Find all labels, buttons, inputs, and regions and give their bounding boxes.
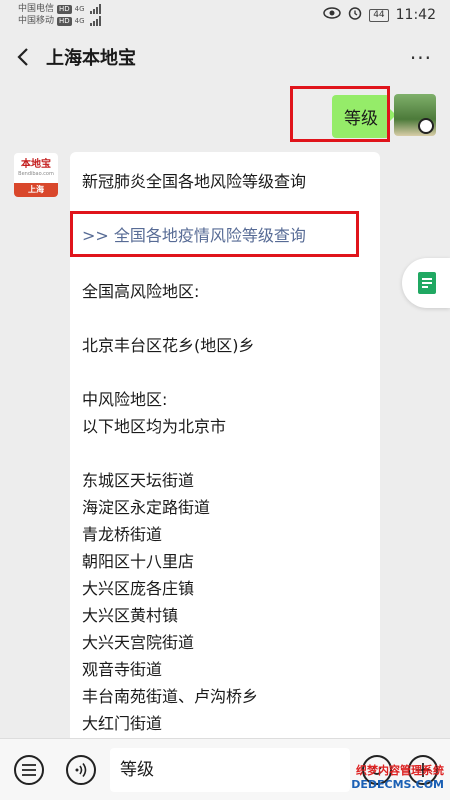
clock: 11:42 (395, 7, 436, 23)
message-line: 大兴天宫院街道 (82, 633, 195, 652)
carrier-1-name: 中国电信 (18, 4, 55, 14)
message-line: 北京丰台区花乡(地区)乡 (82, 336, 255, 355)
watermark-line-2: DEDECMS.COM (351, 778, 444, 791)
message-line: 大红门街道 (82, 714, 163, 733)
message-line: 以下地区均为北京市 (82, 417, 227, 436)
carrier-2-name: 中国移动 (18, 16, 55, 26)
message-line: 东城区天坛街道 (82, 471, 195, 490)
title-bar: 上海本地宝 ··· (0, 32, 450, 82)
logo-domain: Bendibao.com (18, 171, 54, 177)
eye-icon (323, 7, 341, 23)
back-icon[interactable] (16, 48, 32, 66)
network-type: 4G (74, 17, 85, 25)
message-line: 中风险地区: (82, 390, 168, 409)
watermark-line-1: 织梦内容管理系统 (356, 764, 444, 777)
status-bar: 中国电信 HD 4G 中国移动 HD 4G 44 11:42 (0, 0, 450, 32)
message-line: 海淀区永定路街道 (82, 498, 211, 517)
voice-icon (75, 763, 87, 777)
battery-icon: 44 (369, 8, 389, 22)
carrier-1: 中国电信 HD 4G (18, 3, 101, 15)
logo-text: 本地宝 (21, 159, 51, 170)
panda-icon (418, 118, 434, 134)
message-line: 青龙桥街道 (82, 525, 163, 544)
carrier-2: 中国移动 HD 4G (18, 15, 101, 27)
logo-city: 上海 (14, 183, 58, 197)
message-line: 大兴区庞各庄镇 (82, 579, 195, 598)
watermark: 织梦内容管理系统 DEDECMS.COM (351, 764, 444, 792)
my-avatar[interactable] (394, 94, 436, 136)
more-icon[interactable]: ··· (410, 46, 432, 70)
hd-badge: HD (57, 16, 72, 26)
highlight-box-link (70, 211, 359, 257)
floating-doc-button[interactable] (402, 258, 450, 308)
status-icons: 44 11:42 (323, 6, 436, 24)
message-body: 全国高风险地区: 北京丰台区花乡(地区)乡 中风险地区: 以下地区均为北京市 东城区天坛… (82, 278, 258, 737)
network-type: 4G (74, 5, 85, 13)
document-icon (418, 272, 436, 294)
alarm-icon (348, 6, 362, 24)
message-line: 丰台南苑街道、卢沟桥乡 (82, 687, 259, 706)
list-icon (22, 764, 36, 776)
bot-avatar[interactable]: 本地宝 Bendibao.com 上海 (14, 153, 58, 197)
message-title: 新冠肺炎全国各地风险等级查询 (82, 172, 307, 191)
bot-logo: 本地宝 Bendibao.com (14, 153, 58, 183)
voice-button[interactable] (66, 755, 96, 785)
message-line: 观音寺街道 (82, 660, 163, 679)
carrier-info: 中国电信 HD 4G 中国移动 HD 4G (18, 3, 101, 27)
hd-badge: HD (57, 4, 72, 14)
message-line: 全国高风险地区: (82, 282, 200, 301)
highlight-box-outgoing (290, 86, 390, 142)
menu-button[interactable] (14, 755, 44, 785)
chat-title: 上海本地宝 (46, 48, 136, 69)
signal-icon (89, 4, 101, 14)
message-line: 朝阳区十八里店 (82, 552, 195, 571)
message-line: 大兴区黄村镇 (82, 606, 179, 625)
signal-icon (89, 16, 101, 26)
message-input[interactable]: 等级 (110, 748, 350, 792)
